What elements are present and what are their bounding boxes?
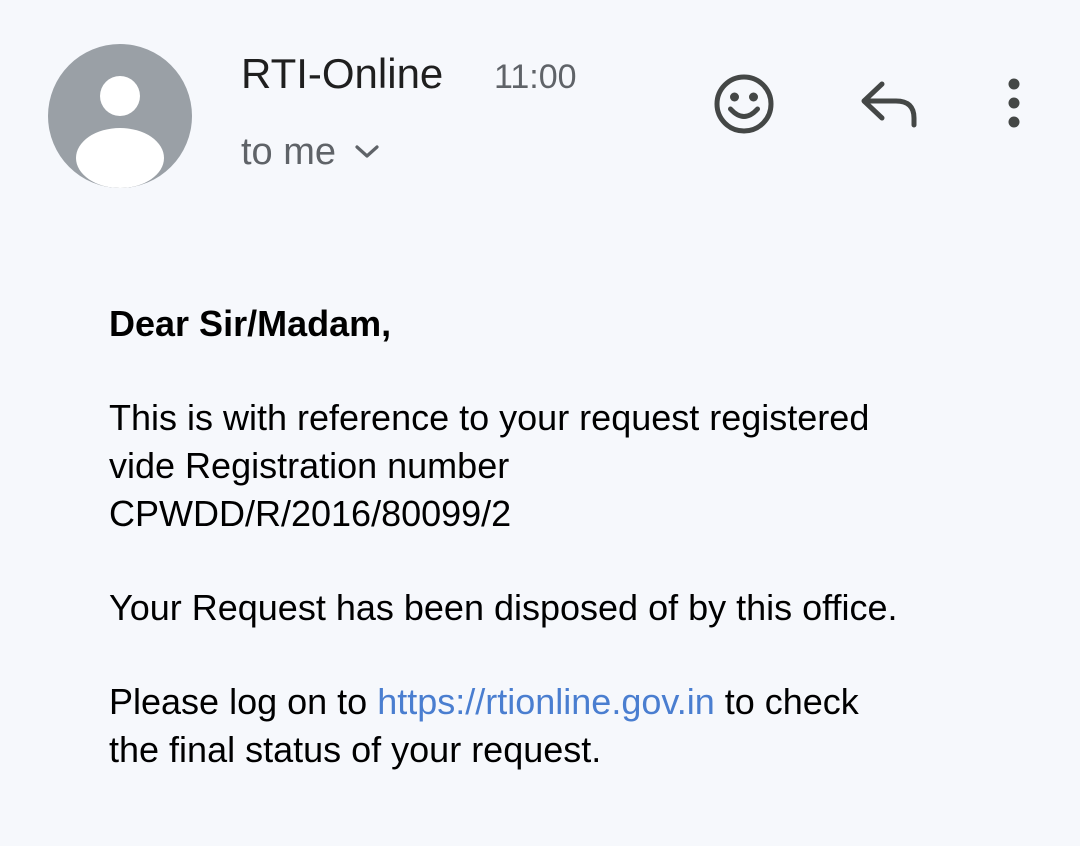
reply-button[interactable] (858, 78, 920, 130)
chevron-down-icon (354, 144, 380, 160)
sender-name[interactable]: RTI-Online (241, 48, 443, 100)
add-reaction-button[interactable] (712, 72, 776, 136)
instruction-line-1: Please log on to https://rtionline.gov.i… (109, 678, 1049, 726)
reference-line-1: This is with reference to your request r… (109, 397, 870, 438)
instruction-prefix: Please log on to (109, 681, 378, 722)
disposal-notice: Your Request has been disposed of by thi… (109, 587, 898, 628)
person-icon (76, 76, 164, 188)
recipient-label: to me (241, 131, 337, 173)
message-time: 11:00 (494, 58, 577, 96)
rti-portal-link[interactable]: https://rtionline.gov.in (377, 681, 715, 722)
greeting: Dear Sir/Madam, (109, 303, 392, 344)
registration-number: CPWDD/R/2016/80099/2 (109, 493, 512, 534)
emoji-icon (714, 74, 774, 134)
more-options-button[interactable] (1000, 78, 1028, 130)
message-body: Dear Sir/Madam, This is with reference t… (109, 300, 1049, 774)
more-vert-icon (1008, 78, 1020, 128)
reference-line-2: vide Registration number (109, 445, 510, 486)
recipient-details-toggle[interactable]: to me (241, 128, 380, 176)
instruction-line-2: the final status of your request. (109, 729, 602, 770)
instruction-suffix: to check (714, 681, 859, 722)
sender-avatar[interactable] (48, 44, 192, 188)
reply-icon (861, 81, 917, 128)
